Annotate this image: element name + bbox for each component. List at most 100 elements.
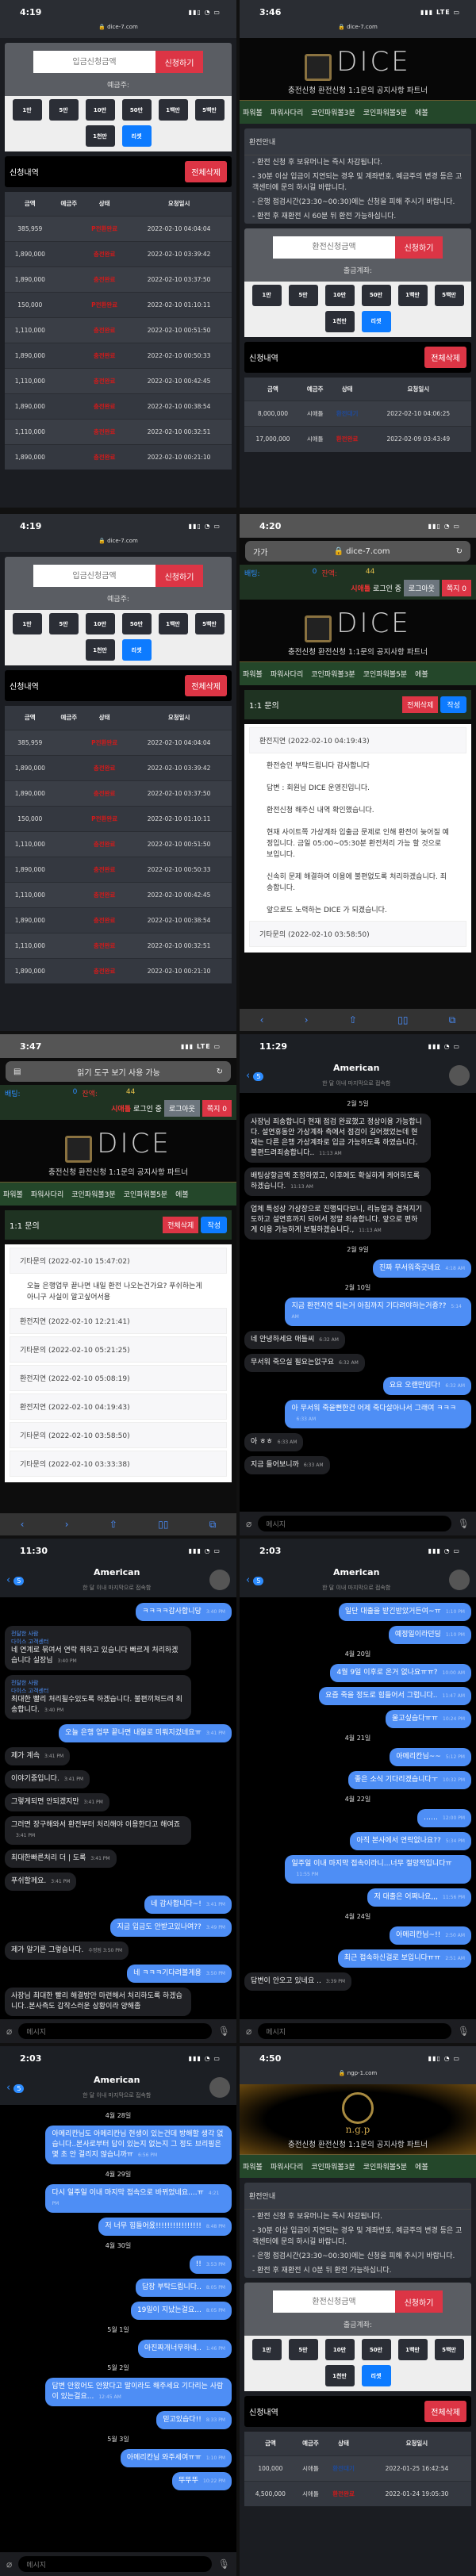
delete-all-button[interactable]: 전체삭제 [402, 696, 439, 713]
bookmarks-icon[interactable]: ▯▯ [158, 1519, 168, 1530]
url-bar[interactable]: ▤ 읽기 도구 보기 사용 가능 ↻ [6, 1061, 231, 1082]
top-menu[interactable]: 충전신청 환전신청 1:1문의 공지사항 파트너 [240, 81, 476, 95]
chip-5m[interactable]: 5백만 [434, 284, 464, 306]
menu-powerball[interactable]: 파워볼 [243, 109, 263, 117]
chip-10m[interactable]: 1천만 [85, 639, 115, 661]
tabs-icon[interactable]: ⧉ [209, 1519, 217, 1531]
mic-icon[interactable]: 🎙 [218, 2026, 230, 2037]
url-bar[interactable]: 🔒 dice-7.com [0, 24, 236, 38]
mic-icon[interactable]: 🎙 [458, 2026, 470, 2037]
inquiry-item[interactable]: 기타문의 (2022-02-10 05:21:25) [10, 1336, 227, 1363]
message-button[interactable]: 쪽지 0 [441, 580, 471, 596]
chip-10k[interactable]: 1만 [12, 99, 42, 121]
inquiry-item[interactable]: 환전지연 (2022-02-10 04:19:43) [10, 1393, 227, 1420]
reader-icon[interactable]: ▤ [13, 1068, 21, 1076]
avatar[interactable] [449, 1570, 470, 1590]
chip-1m[interactable]: 1백만 [397, 2339, 428, 2360]
back-button[interactable]: ‹ 5 [246, 1070, 264, 1082]
share-icon[interactable]: ⇧ [349, 1014, 357, 1025]
site-logo[interactable]: DICE [336, 46, 410, 78]
avatar[interactable] [449, 1065, 470, 1086]
url-bar[interactable]: 가가 🔒 dice-7.com ↻ [245, 541, 470, 562]
reload-icon[interactable]: ↻ [217, 1068, 223, 1076]
delete-all-button[interactable]: 전체삭제 [185, 675, 227, 696]
chip-10k[interactable]: 1만 [251, 284, 282, 306]
inquiry-item[interactable]: 환전지연 (2022-02-10 12:21:41) [10, 1307, 227, 1334]
apply-button[interactable]: 신청하기 [395, 2290, 443, 2313]
withdraw-amount-input[interactable] [273, 2290, 395, 2313]
back-button[interactable]: ‹ 5 [6, 1574, 25, 1586]
deposit-amount-input[interactable] [33, 565, 155, 587]
site-logo[interactable]: n.g.p [240, 2124, 476, 2135]
inquiry-item[interactable]: 기타문의 (2022-02-10 03:58:50) [249, 920, 466, 947]
attach-icon[interactable]: ⌀ [6, 2026, 12, 2037]
logout-button[interactable]: 로그아웃 [403, 580, 440, 596]
chip-5m[interactable]: 5백만 [194, 613, 225, 634]
chip-1m[interactable]: 1백만 [397, 284, 428, 306]
chip-1m[interactable]: 1백만 [158, 99, 188, 121]
forward-icon[interactable]: › [305, 1014, 309, 1025]
apply-button[interactable]: 신청하기 [395, 236, 443, 259]
bookmarks-icon[interactable]: ▯▯ [397, 1014, 408, 1025]
chip-500k[interactable]: 50만 [121, 99, 152, 121]
chip-5m[interactable]: 5백만 [194, 99, 225, 121]
chip-500k[interactable]: 50만 [361, 2339, 391, 2360]
forward-icon[interactable]: › [65, 1519, 69, 1530]
withdraw-amount-input[interactable] [273, 236, 395, 259]
message-input[interactable]: 메시지 [18, 2556, 212, 2572]
back-icon[interactable]: ‹ [21, 1519, 25, 1530]
delete-all-button[interactable]: 전체삭제 [185, 161, 227, 182]
chip-5m[interactable]: 5백만 [434, 2339, 464, 2360]
delete-all-button[interactable]: 전체삭제 [424, 346, 466, 368]
apply-button[interactable]: 신청하기 [155, 565, 203, 587]
apply-button[interactable]: 신청하기 [155, 51, 203, 73]
share-icon[interactable]: ⇧ [109, 1519, 117, 1530]
delete-all-button[interactable]: 전체삭제 [424, 2401, 466, 2422]
chip-100k[interactable]: 10만 [85, 613, 115, 634]
inquiry-item[interactable]: 기타문의 (2022-02-10 03:58:50) [10, 1421, 227, 1448]
attach-icon[interactable]: ⌀ [246, 2026, 251, 2037]
reset-button[interactable]: 리셋 [361, 310, 391, 332]
inquiry-item[interactable]: 기타문의 (2022-02-10 03:33:38) [10, 1450, 227, 1477]
chip-100k[interactable]: 10만 [324, 284, 355, 306]
menu-evol[interactable]: 에볼 [415, 109, 428, 117]
text-size-button[interactable]: 가가 [253, 546, 267, 558]
back-button[interactable]: ‹ 5 [246, 1574, 264, 1586]
chip-50k[interactable]: 5만 [288, 284, 318, 306]
tabs-icon[interactable]: ⧉ [449, 1014, 456, 1026]
menu-coin-powerball-3[interactable]: 코인파워볼3분 [311, 109, 355, 117]
write-button[interactable]: 작성 [201, 1216, 227, 1233]
avatar[interactable] [209, 2077, 230, 2098]
chip-100k[interactable]: 10만 [324, 2339, 355, 2360]
chip-50k[interactable]: 5만 [288, 2339, 318, 2360]
chip-10k[interactable]: 1만 [12, 613, 42, 634]
inquiry-item[interactable]: 환전지연 (2022-02-10 05:08:19) [10, 1364, 227, 1391]
message-button[interactable]: 쪽지 0 [202, 1100, 232, 1117]
mic-icon[interactable]: 🎙 [458, 1518, 470, 1529]
deposit-amount-input[interactable] [33, 51, 155, 73]
chip-50k[interactable]: 5만 [48, 99, 79, 121]
reload-icon[interactable]: ↻ [456, 547, 463, 556]
chip-50k[interactable]: 5만 [48, 613, 79, 634]
message-input[interactable]: 메시지 [18, 2023, 212, 2039]
chip-100k[interactable]: 10만 [85, 99, 115, 121]
chip-500k[interactable]: 50만 [361, 284, 391, 306]
chip-10m[interactable]: 1천만 [324, 310, 355, 332]
reset-button[interactable]: 리셋 [121, 125, 152, 147]
back-button[interactable]: ‹ 5 [6, 2082, 25, 2094]
delete-all-button[interactable]: 전체삭제 [163, 1216, 199, 1233]
inquiry-item[interactable]: 환전지연 (2022-02-10 04:19:43) [249, 726, 466, 753]
message-input[interactable]: 메시지 [258, 2023, 451, 2039]
chip-500k[interactable]: 50만 [121, 613, 152, 634]
reset-button[interactable]: 리셋 [361, 2365, 391, 2386]
menu-coin-powerball-5[interactable]: 코인파워볼5분 [363, 109, 407, 117]
chip-10m[interactable]: 1천만 [324, 2365, 355, 2386]
avatar[interactable] [209, 1570, 230, 1590]
message-input[interactable]: 메시지 [258, 1516, 451, 1531]
write-button[interactable]: 작성 [440, 696, 466, 713]
logout-button[interactable]: 로그아웃 [163, 1100, 200, 1117]
mic-icon[interactable]: 🎙 [218, 2559, 230, 2570]
menu-power-ladder[interactable]: 파워사다리 [271, 109, 303, 117]
attach-icon[interactable]: ⌀ [246, 1518, 251, 1529]
attach-icon[interactable]: ⌀ [6, 2559, 12, 2570]
